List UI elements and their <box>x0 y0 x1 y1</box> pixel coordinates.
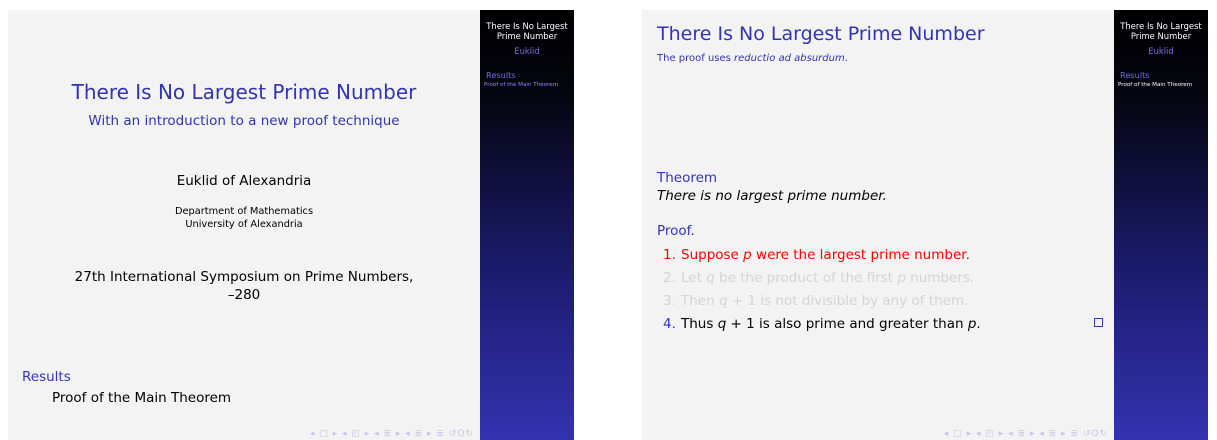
sidebar-author[interactable]: Euklid <box>480 46 574 56</box>
step-variable: p <box>743 247 752 263</box>
institute: Department of Mathematics University of … <box>8 206 480 231</box>
institute-line-1: Department of Mathematics <box>174 206 314 217</box>
sidebar-subsection-proof[interactable]: Proof of the Main Theorem <box>484 82 574 88</box>
presentation-date: 27th International Symposium on Prime Nu… <box>8 268 480 304</box>
sidebar-author[interactable]: Euklid <box>1114 46 1208 56</box>
step-text: be the product of the first <box>714 270 898 286</box>
theorem-slide: There Is No Largest Prime Number The pro… <box>642 10 1208 440</box>
proof-steps: 1. Suppose p were the largest prime numbe… <box>663 247 1103 339</box>
step-number: 3. <box>663 293 676 309</box>
step-text: Then <box>681 293 719 309</box>
step-text: + 1 is also prime and greater than <box>726 316 968 332</box>
sidebar: There Is No Largest Prime Number Euklid … <box>480 10 574 440</box>
toc-section-results[interactable]: Results <box>22 369 71 385</box>
proof-step-1: 1. Suppose p were the largest prime numbe… <box>663 247 1103 270</box>
date-line-2: –280 <box>227 287 261 303</box>
proof-step-3: 3. Then q + 1 is not divisible by any of … <box>663 293 1103 316</box>
step-number: 1. <box>663 247 676 263</box>
sidebar-subsection-proof[interactable]: Proof of the Main Theorem <box>1118 82 1208 88</box>
step-text: Thus <box>681 316 718 332</box>
frame-subtitle-emphasis: reductio ad absurdum <box>734 53 845 64</box>
theorem-title: Theorem <box>657 170 718 186</box>
step-number: 2. <box>663 270 676 286</box>
title-slide: There Is No Largest Prime Number With an… <box>8 10 574 440</box>
frame-subtitle-suffix: . <box>844 53 848 64</box>
toc-subsection-proof[interactable]: Proof of the Main Theorem <box>52 390 231 406</box>
navigation-symbols[interactable]: ◂ □ ▸ ◂ ◰ ▸ ◂ ≣ ▸ ◂ ≣ ▸ ≣ ↺Q↻ <box>944 429 1108 439</box>
frame-subtitle-prefix: The proof uses <box>657 53 735 64</box>
step-text: Let <box>681 270 707 286</box>
sidebar-section-results[interactable]: Results <box>486 70 574 80</box>
step-variable: q <box>717 316 727 332</box>
step-text: Suppose <box>681 247 744 263</box>
author-name: Euklid of Alexandria <box>176 173 312 189</box>
step-text: numbers. <box>905 270 975 286</box>
sidebar-title[interactable]: There Is No Largest Prime Number <box>486 21 568 41</box>
frame-subtitle: The proof uses reductio ad absurdum. <box>657 53 848 64</box>
step-text: + 1 is not divisible by any of them. <box>727 293 969 309</box>
sidebar: There Is No Largest Prime Number Euklid … <box>1114 10 1208 440</box>
sidebar-title[interactable]: There Is No Largest Prime Number <box>1120 21 1202 41</box>
step-number: 4. <box>663 316 676 332</box>
proof-step-2: 2. Let q be the product of the first p nu… <box>663 270 1103 293</box>
presentation-title: There Is No Largest Prime Number <box>71 80 417 104</box>
step-variable: q <box>706 270 715 286</box>
step-variable: p <box>897 270 906 286</box>
qed-square-icon <box>1094 318 1103 327</box>
theorem-body: There is no largest prime number. <box>657 188 887 204</box>
navigation-symbols[interactable]: ◂ □ ▸ ◂ ◰ ▸ ◂ ≣ ▸ ◂ ≣ ▸ ≣ ↺Q↻ <box>310 429 474 439</box>
date-line-1: 27th International Symposium on Prime Nu… <box>74 269 414 285</box>
step-variable: q <box>718 293 728 309</box>
frame-title: There Is No Largest Prime Number <box>657 23 985 45</box>
proof-step-4: 4. Thus q + 1 is also prime and greater t… <box>663 316 1103 339</box>
presentation-subtitle: With an introduction to a new proof tech… <box>88 113 400 129</box>
sidebar-section-results[interactable]: Results <box>1120 70 1208 80</box>
step-text: . <box>976 316 981 332</box>
step-text: were the largest prime number. <box>751 247 970 263</box>
institute-line-2: University of Alexandria <box>185 218 303 230</box>
proof-title: Proof. <box>657 223 695 239</box>
